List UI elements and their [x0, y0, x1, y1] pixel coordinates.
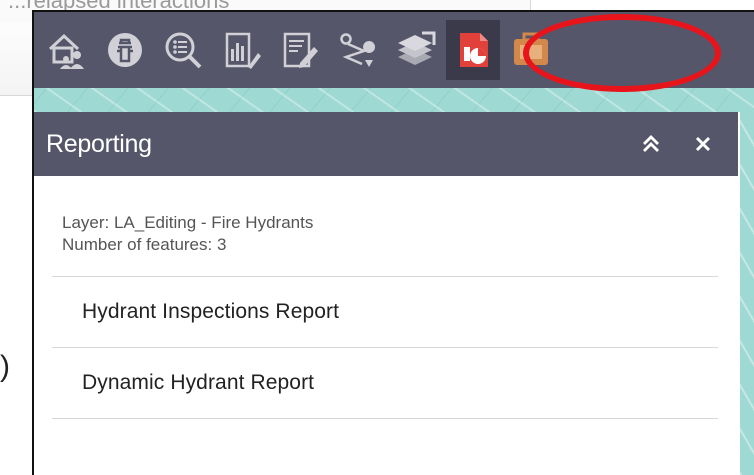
- map-edge: [740, 112, 754, 475]
- tool-layers[interactable]: [388, 20, 442, 80]
- collapse-button[interactable]: [632, 125, 670, 163]
- edit-icon: [283, 32, 318, 68]
- app-frame: Reporting Layer: LA_Editing - Fire Hydra…: [32, 10, 754, 475]
- briefcase-icon: [514, 32, 548, 65]
- panel-body: Layer: LA_Editing - Fire Hydrants Number…: [34, 176, 738, 419]
- close-icon: [695, 136, 711, 152]
- layer-name: Layer: LA_Editing - Fire Hydrants: [62, 213, 314, 232]
- tool-edit[interactable]: [272, 20, 326, 80]
- report-item-dynamic-hydrant[interactable]: Dynamic Hydrant Report: [52, 348, 718, 418]
- panel-title: Reporting: [46, 129, 152, 158]
- reporting-panel: Reporting Layer: LA_Editing - Fire Hydra…: [34, 112, 738, 475]
- report-chart-icon: [225, 32, 261, 69]
- feature-count: Number of features: 3: [62, 235, 227, 254]
- panel-header: Reporting: [34, 112, 738, 176]
- home-people-icon: [48, 33, 84, 69]
- close-button[interactable]: [684, 125, 722, 163]
- divider: [52, 418, 718, 419]
- layer-info: Layer: LA_Editing - Fire Hydrants Number…: [62, 212, 718, 256]
- directions-icon: [340, 33, 376, 67]
- hydrant-icon: [108, 33, 142, 67]
- report-item-hydrant-inspections[interactable]: Hydrant Inspections Report: [52, 277, 718, 347]
- tool-hydrant[interactable]: [98, 20, 152, 80]
- tool-search[interactable]: [156, 20, 210, 80]
- widget-toolbar: [34, 12, 754, 88]
- layers-icon: [398, 31, 436, 65]
- tool-home[interactable]: [40, 20, 94, 80]
- tool-directions[interactable]: [330, 20, 384, 80]
- double-chevron-up-icon: [643, 135, 659, 152]
- reporting-icon: [460, 33, 488, 67]
- tool-report-chart[interactable]: [214, 20, 268, 80]
- tool-reporting[interactable]: [446, 20, 500, 80]
- search-list-icon: [165, 32, 202, 69]
- background-paren: ): [0, 350, 10, 383]
- tool-briefcase[interactable]: [504, 20, 558, 80]
